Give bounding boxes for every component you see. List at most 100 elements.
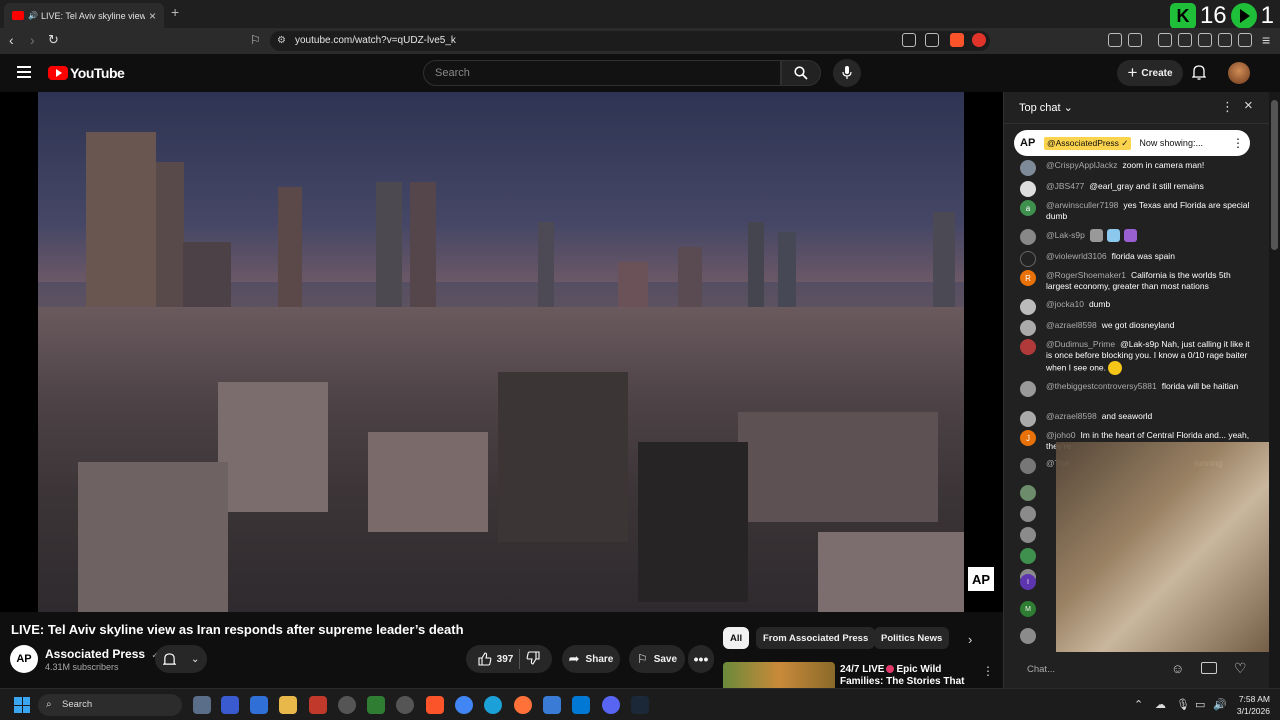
browser-tab[interactable]: 🔊 LIVE: Tel Aviv skyline view as I × <box>4 3 164 28</box>
more-vertical-icon[interactable]: ⋮ <box>1221 99 1234 115</box>
new-tab-icon[interactable]: + <box>171 4 179 20</box>
user-avatar[interactable] <box>1020 506 1036 522</box>
app-icon[interactable] <box>543 696 561 714</box>
message-author[interactable]: @RogerShoemaker1 <box>1046 270 1126 280</box>
steam-icon[interactable] <box>631 696 649 714</box>
more-vertical-icon[interactable]: ⋮ <box>982 664 994 678</box>
notifications-button[interactable] <box>1191 64 1207 85</box>
cloud-sync-icon[interactable]: ☁ <box>1155 698 1166 711</box>
reload-icon[interactable]: ↻ <box>48 32 59 48</box>
share-button[interactable]: ➦ Share <box>562 645 620 673</box>
brave-browser-icon[interactable] <box>426 696 444 714</box>
taskbar-search[interactable]: ⌕ Search <box>38 694 182 716</box>
volume-icon[interactable]: 🔊 <box>1213 698 1227 711</box>
k-app-icon[interactable]: K <box>1169 3 1196 29</box>
save-button[interactable]: ⚐ Save <box>629 645 685 673</box>
user-avatar[interactable] <box>1020 527 1036 543</box>
message-author[interactable]: @jocka10 <box>1046 299 1084 309</box>
user-avatar[interactable] <box>1020 485 1036 501</box>
user-avatar[interactable]: I <box>1020 574 1036 590</box>
hamburger-menu-icon[interactable] <box>17 66 31 78</box>
audio-playing-icon[interactable]: 🔊 <box>28 11 38 20</box>
wallet-icon[interactable] <box>1198 33 1212 47</box>
dislike-button[interactable] <box>526 650 540 668</box>
youtube-logo[interactable]: YouTube <box>48 65 125 81</box>
brave-rewards-icon[interactable] <box>972 33 986 47</box>
chevron-up-icon[interactable]: ⌃ <box>1134 698 1143 711</box>
user-avatar[interactable] <box>1020 628 1036 644</box>
extensions-icon[interactable] <box>1108 33 1122 47</box>
remote-desktop-icon[interactable] <box>250 696 268 714</box>
top-chat-dropdown[interactable]: Top chat ⌄ <box>1019 101 1073 114</box>
chip-from-associated-press[interactable]: From Associated Press <box>756 627 876 649</box>
user-avatar[interactable]: M <box>1020 601 1036 617</box>
cast-icon[interactable] <box>902 33 916 47</box>
message-author[interactable]: @azrael8598 <box>1046 411 1097 421</box>
media-icon[interactable] <box>1158 33 1172 47</box>
video-player[interactable]: AP <box>0 92 1003 612</box>
app-icon[interactable] <box>338 696 356 714</box>
app-icon[interactable] <box>367 696 385 714</box>
subscription-bell-button[interactable]: ⌄ <box>155 645 207 673</box>
widgets-icon[interactable] <box>193 696 211 714</box>
account-avatar[interactable] <box>1228 62 1250 84</box>
message-author[interactable]: @Lak-s9p <box>1046 230 1085 240</box>
chrome-icon[interactable] <box>455 696 473 714</box>
message-author[interactable]: @joho0 <box>1046 430 1075 440</box>
more-vertical-icon[interactable]: ⋮ <box>1232 136 1244 150</box>
video-frame[interactable] <box>38 92 964 612</box>
user-avatar[interactable]: J <box>1020 430 1036 446</box>
chat-input[interactable]: Chat... <box>1027 664 1055 675</box>
discord-icon[interactable] <box>602 696 620 714</box>
message-author[interactable]: @thebiggestcontroversy5881 <box>1046 381 1157 391</box>
message-author[interactable]: @arwinsculler7198 <box>1046 200 1118 210</box>
message-author[interactable]: @azrael8598 <box>1046 320 1097 330</box>
user-avatar[interactable]: a <box>1020 200 1036 216</box>
app-icon[interactable] <box>309 696 327 714</box>
channel-name[interactable]: Associated Press ✓ <box>45 647 159 661</box>
user-avatar[interactable] <box>1020 160 1036 176</box>
chevron-right-icon[interactable]: › <box>968 632 972 647</box>
user-avatar[interactable] <box>1020 299 1036 315</box>
close-tab-icon[interactable]: × <box>149 9 156 23</box>
microphone-icon[interactable]: 🎙 <box>1176 698 1190 711</box>
brave-shields-icon[interactable] <box>950 33 964 47</box>
channel-avatar[interactable]: AP <box>10 645 38 673</box>
user-avatar[interactable] <box>1020 320 1036 336</box>
user-avatar[interactable] <box>1020 548 1036 564</box>
like-button[interactable]: 397 <box>478 652 513 666</box>
voice-search-button[interactable] <box>833 59 861 87</box>
user-avatar[interactable] <box>1020 381 1036 397</box>
browser-menu-icon[interactable]: ≡ <box>1262 32 1270 48</box>
chip-politics-news[interactable]: Politics News <box>874 627 950 649</box>
edge-icon[interactable] <box>484 696 502 714</box>
address-bar[interactable]: ⚙ youtube.com/watch?v=qUDZ-lve5_k <box>270 31 990 51</box>
user-avatar[interactable] <box>1020 181 1036 197</box>
pinned-message[interactable]: AP @AssociatedPress ✓ Now showing:... ⋮ <box>1014 130 1250 156</box>
user-avatar[interactable]: R <box>1020 270 1036 286</box>
vpn-icon[interactable] <box>1238 33 1252 47</box>
search-input[interactable]: Search <box>423 60 781 86</box>
user-avatar[interactable] <box>1020 458 1036 474</box>
chip-all[interactable]: All <box>723 627 750 649</box>
system-clock[interactable]: 7:58 AM 3/1/2026 <box>1230 693 1270 717</box>
network-icon[interactable]: ▭ <box>1195 698 1205 711</box>
user-avatar[interactable] <box>1020 411 1036 427</box>
vscode-icon[interactable] <box>572 696 590 714</box>
emoji-picker-icon[interactable]: ☺ <box>1171 661 1184 676</box>
share-page-icon[interactable] <box>925 33 939 47</box>
heart-icon[interactable]: ♡ <box>1234 660 1247 677</box>
user-avatar[interactable] <box>1020 251 1036 267</box>
windows-start-icon[interactable] <box>14 697 30 713</box>
play-app-icon[interactable] <box>1230 3 1257 29</box>
message-author[interactable]: @Dudimus_Prime <box>1046 339 1115 349</box>
scrollbar-thumb[interactable] <box>1271 100 1278 250</box>
firefox-icon[interactable] <box>514 696 532 714</box>
file-explorer-icon[interactable] <box>279 696 297 714</box>
screenshot-icon[interactable] <box>1128 33 1142 47</box>
user-avatar[interactable] <box>1020 339 1036 355</box>
page-scrollbar[interactable] <box>1269 92 1280 688</box>
back-icon[interactable]: ‹ <box>9 32 14 48</box>
bookmark-icon[interactable]: ⚐ <box>250 33 261 47</box>
super-chat-icon[interactable] <box>1201 662 1217 674</box>
